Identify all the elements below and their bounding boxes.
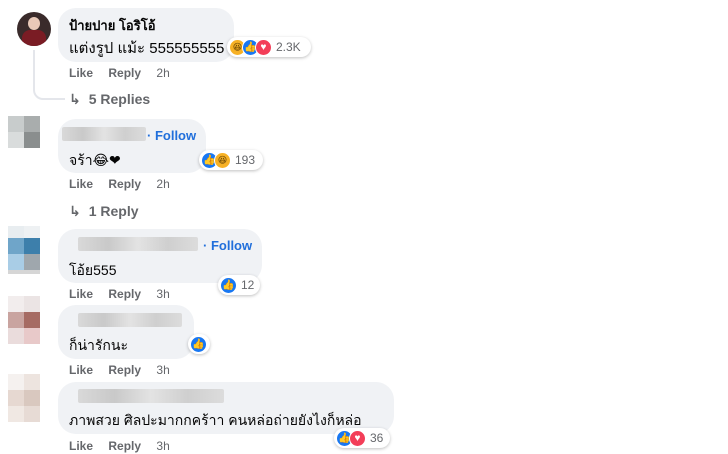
like-button[interactable]: Like bbox=[69, 287, 93, 301]
comment-bubble: ก็น่ารักนะ bbox=[58, 305, 194, 359]
like-button[interactable]: Like bbox=[69, 363, 93, 377]
comment-actions: Like Reply 2h bbox=[69, 177, 182, 191]
love-icon: ♥ bbox=[349, 429, 366, 447]
comment-text: ก็น่ารักนะ bbox=[69, 337, 128, 353]
like-button[interactable]: Like bbox=[69, 177, 93, 191]
like-button[interactable]: Like bbox=[69, 439, 93, 453]
reply-button[interactable]: Reply bbox=[108, 287, 141, 301]
reply-arrow-icon: ↳ bbox=[69, 203, 81, 219]
comment-time[interactable]: 3h bbox=[156, 439, 169, 453]
follow-label: Follow bbox=[154, 128, 197, 143]
reaction-summary[interactable]: 👍 😆 193 bbox=[199, 150, 263, 170]
reply-button[interactable]: Reply bbox=[108, 439, 141, 453]
comment-actions: Like Reply 3h bbox=[69, 287, 182, 301]
haha-icon: 😆 bbox=[214, 151, 231, 169]
view-replies-link[interactable]: ↳ 5 Replies bbox=[69, 91, 150, 108]
like-icon: 👍 bbox=[220, 276, 237, 294]
comment-time[interactable]: 2h bbox=[156, 177, 169, 191]
author-name-redacted bbox=[62, 127, 146, 141]
comment-text: โอ้ย555 bbox=[69, 262, 117, 278]
comment-actions: Like Reply 2h bbox=[69, 66, 182, 80]
comment-time[interactable]: 3h bbox=[156, 363, 169, 377]
comment-actions: Like Reply 3h bbox=[69, 439, 182, 453]
reaction-count: 12 bbox=[241, 278, 255, 292]
thread-connector bbox=[33, 50, 65, 100]
love-icon: ♥ bbox=[255, 38, 272, 56]
avatar[interactable] bbox=[8, 374, 40, 422]
reaction-summary[interactable]: 👍 12 bbox=[218, 275, 260, 295]
reply-arrow-icon: ↳ bbox=[69, 91, 81, 107]
comment-time[interactable]: 2h bbox=[156, 66, 169, 80]
replies-label: 5 Replies bbox=[88, 91, 151, 107]
avatar[interactable] bbox=[8, 116, 40, 148]
comment-actions: Like Reply 3h bbox=[69, 363, 182, 377]
reply-button[interactable]: Reply bbox=[108, 363, 141, 377]
author-name-redacted bbox=[78, 313, 182, 327]
follow-button[interactable]: · Follow bbox=[203, 238, 252, 253]
reaction-summary[interactable]: 😆 👍 ♥ 2.3K bbox=[227, 37, 311, 57]
comment-text: แต่งรูป แม้ะ 555555555 bbox=[69, 40, 225, 57]
reaction-count: 36 bbox=[370, 431, 384, 445]
comment-bubble: ภาพสวย ศิลปะมากกคร้าา คนหล่อถ่ายยังไงก็ห… bbox=[58, 382, 394, 434]
avatar[interactable] bbox=[8, 296, 40, 344]
follow-button[interactable]: · Follow bbox=[147, 128, 196, 143]
reaction-count: 193 bbox=[235, 153, 256, 167]
reaction-summary[interactable]: 👍 bbox=[188, 334, 210, 354]
avatar[interactable] bbox=[8, 226, 40, 274]
comment-author[interactable]: ป้ายปาย โอริโอ้ bbox=[69, 15, 156, 36]
comment-text: ภาพสวย ศิลปะมากกคร้าา คนหล่อถ่ายยังไงก็ห… bbox=[69, 412, 362, 428]
author-name-redacted bbox=[78, 389, 224, 403]
view-replies-link[interactable]: ↳ 1 Reply bbox=[69, 203, 139, 220]
avatar[interactable] bbox=[17, 12, 51, 46]
reply-button[interactable]: Reply bbox=[108, 177, 141, 191]
like-button[interactable]: Like bbox=[69, 66, 93, 80]
like-icon: 👍 bbox=[190, 335, 207, 353]
comment-bubble: ป้ายปาย โอริโอ้ แต่งรูป แม้ะ 555555555 bbox=[58, 8, 234, 62]
comment-bubble: · Follow จร้า😂❤ bbox=[58, 119, 206, 173]
reply-button[interactable]: Reply bbox=[108, 66, 141, 80]
comment-time[interactable]: 3h bbox=[156, 287, 169, 301]
follow-label: Follow bbox=[210, 238, 253, 253]
replies-label: 1 Reply bbox=[88, 203, 139, 219]
author-name-redacted bbox=[78, 237, 198, 251]
reaction-summary[interactable]: 👍 ♥ 36 bbox=[334, 428, 390, 448]
comment-text: จร้า😂❤ bbox=[69, 152, 121, 168]
reaction-count: 2.3K bbox=[276, 40, 301, 54]
